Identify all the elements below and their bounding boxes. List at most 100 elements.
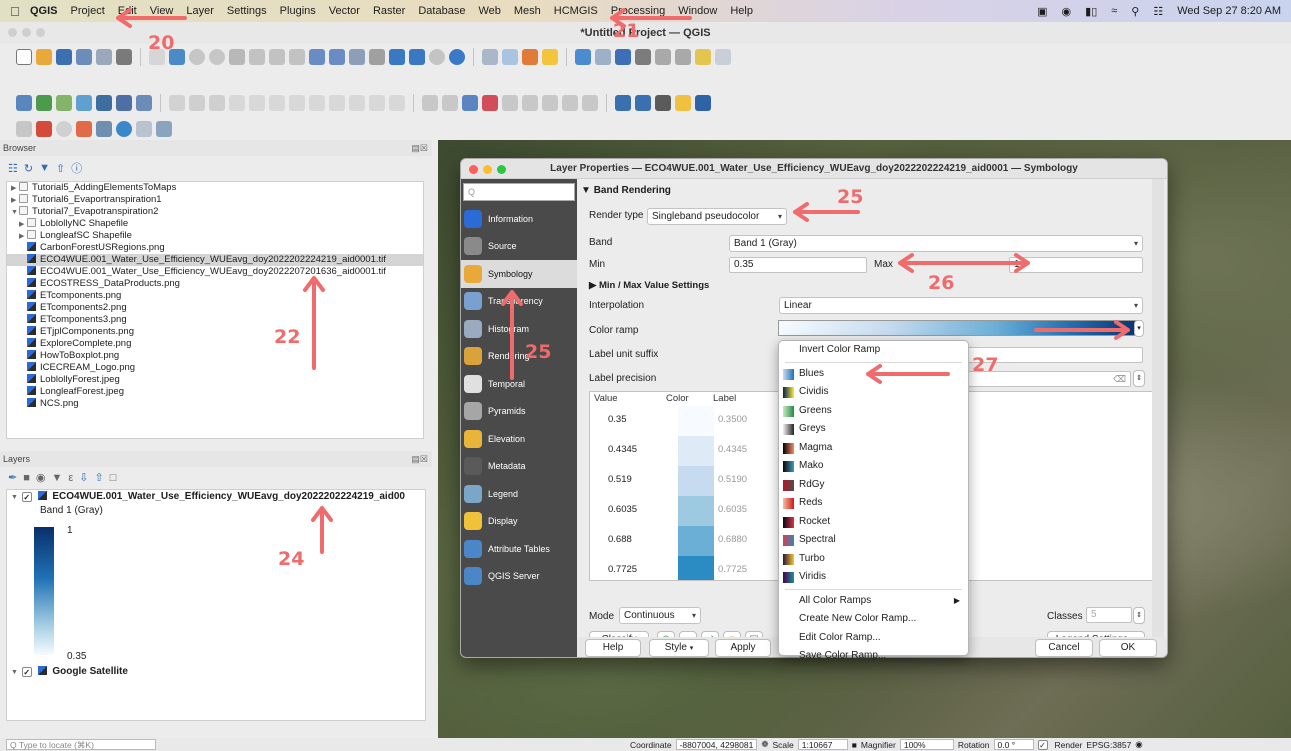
- add-selected-icon[interactable]: ☷: [8, 162, 18, 175]
- color-ramp-preview[interactable]: [778, 320, 1142, 336]
- add-layer-icon[interactable]: [16, 95, 32, 111]
- menu-raster[interactable]: Raster: [373, 5, 405, 17]
- browser-item[interactable]: ECO4WUE.001_Water_Use_Efficiency_WUEavg_…: [7, 266, 423, 278]
- new-project-icon[interactable]: [16, 49, 32, 65]
- ramp-item-mako[interactable]: Mako: [779, 457, 968, 476]
- class-value[interactable]: 0.35: [608, 414, 627, 425]
- zoom-icon[interactable]: [497, 165, 506, 174]
- browser-item[interactable]: ▶ LongleafSC Shapefile: [7, 230, 423, 242]
- browser-item[interactable]: ExploreComplete.png: [7, 338, 423, 350]
- open-styling-icon[interactable]: ✒: [8, 471, 17, 484]
- menu-processing[interactable]: Processing: [611, 5, 665, 17]
- refresh-icon[interactable]: ↻: [24, 162, 33, 175]
- classes-stepper[interactable]: ⇕: [1133, 607, 1145, 624]
- plugin-icon[interactable]: [695, 95, 711, 111]
- ramp-item-viridis[interactable]: Viridis: [779, 568, 968, 587]
- sidebar-item-information[interactable]: Information: [461, 205, 577, 233]
- georeferencer-icon[interactable]: [16, 121, 32, 137]
- search-icon[interactable]: [715, 49, 731, 65]
- attribute-table-icon[interactable]: [595, 49, 611, 65]
- sidebar-item-source[interactable]: Source: [461, 233, 577, 261]
- raster-calc-icon[interactable]: [36, 121, 52, 137]
- change-label-icon[interactable]: [542, 95, 558, 111]
- class-value[interactable]: 0.688: [608, 534, 632, 545]
- class-color-swatch[interactable]: [678, 526, 714, 556]
- browser-item[interactable]: ▶ Tutorial5_AddingElementsToMaps: [7, 182, 423, 194]
- sidebar-item-transparency[interactable]: Transparency: [461, 288, 577, 316]
- menu-vector[interactable]: Vector: [329, 5, 360, 17]
- label-diagram-icon[interactable]: [562, 95, 578, 111]
- lock-icon[interactable]: ■: [852, 740, 857, 750]
- expression-filter-icon[interactable]: ε: [68, 472, 73, 484]
- menu-mesh[interactable]: Mesh: [514, 5, 541, 17]
- layers-tree[interactable]: ▼ ✓ ECO4WUE.001_Water_Use_Efficiency_WUE…: [6, 489, 426, 721]
- browser-item[interactable]: LongleafForest.jpeg: [7, 386, 423, 398]
- ok-button[interactable]: OK: [1099, 639, 1157, 657]
- ramp-item-blues[interactable]: Blues: [779, 365, 968, 384]
- expand-toggle-icon[interactable]: ▼: [11, 666, 19, 680]
- class-color-swatch[interactable]: [678, 436, 714, 466]
- digitize-icon[interactable]: [229, 95, 245, 111]
- spark-icon[interactable]: [136, 121, 152, 137]
- manage-visibility-icon[interactable]: ◉: [36, 471, 46, 484]
- menu-project[interactable]: Project: [71, 5, 105, 17]
- vertex-tool-icon[interactable]: [249, 95, 265, 111]
- expand-all-icon[interactable]: ⇩: [79, 471, 88, 484]
- show-bookmarks-icon[interactable]: [409, 49, 425, 65]
- close-icon[interactable]: [469, 165, 478, 174]
- browser-item[interactable]: HowToBoxplot.png: [7, 350, 423, 362]
- delete-selected-icon[interactable]: [289, 95, 305, 111]
- mode-select[interactable]: Continuous ▾: [619, 607, 701, 624]
- wrench-icon[interactable]: [156, 121, 172, 137]
- ramp-item-rocket[interactable]: Rocket: [779, 513, 968, 532]
- menu-web[interactable]: Web: [478, 5, 500, 17]
- browser-item[interactable]: LoblollyForest.jpeg: [7, 374, 423, 386]
- add-mesh-icon[interactable]: [116, 95, 132, 111]
- info-icon[interactable]: ⓘ: [71, 160, 82, 176]
- class-label[interactable]: 0.7725: [718, 564, 747, 575]
- clear-icon[interactable]: ⌫: [1113, 372, 1126, 386]
- band-select[interactable]: Band 1 (Gray) ▾: [729, 235, 1143, 252]
- class-value[interactable]: 0.4345: [608, 444, 637, 455]
- invert-color-ramp-item[interactable]: Invert Color Ramp: [779, 341, 968, 360]
- class-value[interactable]: 0.6035: [608, 504, 637, 515]
- capture-point-icon[interactable]: [76, 121, 92, 137]
- extent-icon[interactable]: ❁: [761, 739, 768, 750]
- apply-button[interactable]: Apply: [715, 639, 771, 657]
- edit-pencil-icon[interactable]: [169, 95, 185, 111]
- cut-icon[interactable]: [309, 95, 325, 111]
- modify-attributes-icon[interactable]: [269, 95, 285, 111]
- panel-float-close-icon[interactable]: ▤☒: [411, 140, 428, 156]
- expand-toggle-icon[interactable]: ▼: [11, 207, 19, 219]
- toggle-editing-icon[interactable]: [189, 95, 205, 111]
- create-color-ramp-item[interactable]: Create New Color Ramp...: [779, 610, 968, 629]
- bookmark-icon[interactable]: [389, 49, 405, 65]
- copy-icon[interactable]: [329, 95, 345, 111]
- browser-item[interactable]: ▼ Tutorial7_Evapotranspiration2: [7, 206, 423, 218]
- zoom-full-icon[interactable]: [229, 49, 245, 65]
- save-project-icon[interactable]: [56, 49, 72, 65]
- label-tool-icon[interactable]: [442, 95, 458, 111]
- ramp-item-magma[interactable]: Magma: [779, 439, 968, 458]
- menu-view[interactable]: View: [150, 5, 174, 17]
- color-ramp-dropdown-button[interactable]: ▾: [1134, 320, 1144, 337]
- menu-layer[interactable]: Layer: [186, 5, 214, 17]
- band-rendering-section[interactable]: ▼ Band Rendering: [581, 185, 671, 196]
- filter-icon[interactable]: ▼: [39, 162, 50, 174]
- help-button[interactable]: Help: [585, 639, 641, 657]
- save-color-ramp-item[interactable]: Save Color Ramp...: [779, 647, 968, 666]
- class-color-swatch[interactable]: [678, 556, 714, 580]
- messages-icon[interactable]: ◉: [1135, 739, 1142, 750]
- menu-edit[interactable]: Edit: [118, 5, 137, 17]
- sidebar-item-elevation[interactable]: Elevation: [461, 425, 577, 453]
- layer-visibility-checkbox[interactable]: ✓: [21, 667, 32, 677]
- class-value[interactable]: 0.7725: [608, 564, 637, 575]
- sidebar-search-input[interactable]: Q: [463, 183, 575, 201]
- browser-item[interactable]: ETcomponents2.png: [7, 302, 423, 314]
- select-icon[interactable]: [502, 49, 518, 65]
- temporal-icon[interactable]: [429, 49, 445, 65]
- table-header-label[interactable]: Label: [713, 392, 736, 406]
- spotlight-icon[interactable]: ⚲: [1131, 5, 1139, 18]
- rotation-field[interactable]: 0.0 °: [993, 739, 1034, 750]
- min-input[interactable]: 0.35: [729, 257, 867, 273]
